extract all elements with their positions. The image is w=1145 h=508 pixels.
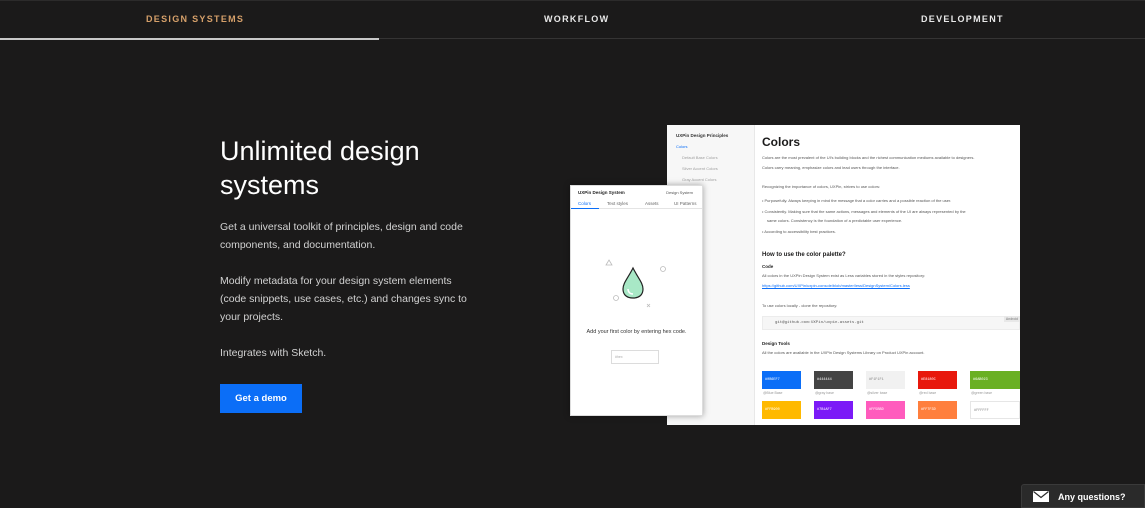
color-swatch-name: @red base [919,391,937,395]
color-swatch-pink: #FF5BBD [866,401,905,419]
tab-workflow[interactable]: WORKFLOW [544,14,609,24]
app-window-tabs: Colors Text styles Assets UI Patterns [571,199,702,209]
doc-sidebar-item: Silver Accent Colors [682,166,718,171]
doc-title: Colors [762,135,801,149]
color-swatch-white: #FFFFFF [970,401,1020,419]
hero-paragraph-toolkit: Get a universal toolkit of principles, d… [220,221,463,251]
doc-sidebar-item: Gray Accent Colors [682,177,717,182]
color-swatch-name: @green base [971,391,993,395]
doc-bullet: • Consistently. Making sure that the sam… [762,209,966,214]
doc-bullet-cont: same colors. Consistency is the foundati… [767,218,903,223]
tab-design-systems[interactable]: DESIGN SYSTEMS [146,14,244,24]
doc-design-tools-text: All the colors are available in the UXPi… [762,350,925,355]
tab-development[interactable]: DEVELOPMENT [921,14,1004,24]
droplet-icon [605,259,666,308]
color-swatch-name: @gray base [815,391,834,395]
doc-sidebar-item: Default Base Colors [682,155,718,160]
color-swatch-gray: #444444 [814,371,853,389]
doc-intro-line: Colors carry meaning, emphasize colors a… [762,165,900,170]
color-swatch-name: @silver base [867,391,888,395]
doc-sidebar-title: UXPin Design Principles [676,133,729,138]
doc-code-snippet: git@github.com:UXPin/uxpin-assets.git [775,321,864,325]
doc-bullet: • Purposefully. Always keeping in mind t… [762,198,952,203]
app-tab-text-styles: Text styles [607,201,629,206]
app-tab-ui-patterns: UI Patterns [674,201,697,206]
app-tab-colors: Colors [578,201,592,206]
app-tab-assets: Assets [645,201,659,206]
doc-clone-text: To use colors locally - clone the reposi… [762,303,838,308]
color-swatch-yellow: #FFB900 [762,401,801,419]
app-window-library-label: Design System [666,190,693,195]
hero-paragraph-sketch: Integrates with Sketch. [220,347,327,359]
hero-paragraph-metadata: Modify metadata for your design system e… [220,275,467,323]
doc-copy-label: Android [1003,316,1020,322]
any-questions-chat-button[interactable]: Any questions? [1021,484,1145,508]
hex-code-input: #hex [611,350,659,364]
doc-code-block: git@github.com:UXPin/uxpin-assets.git [762,316,1020,330]
get-a-demo-button[interactable]: Get a demo [220,384,302,413]
color-library-window: UXPin Design System Design System Colors… [570,185,703,416]
doc-code-text: All colors in the UXPin Design System ex… [762,273,926,278]
doc-design-tools-heading: Design Tools [762,341,790,346]
app-window-title: UXPin Design System [578,190,625,195]
app-tab-indicator [571,208,599,209]
doc-repo-link: https://github.com/UXPin/uxpin-console/b… [762,283,910,288]
color-swatch-green: #6AB023 [970,371,1020,389]
color-swatch-name: @Blue Base [763,391,783,395]
color-swatch-purple: #7B1AF7 [814,401,853,419]
section-tabs: DESIGN SYSTEMS WORKFLOW DEVELOPMENT [0,0,1145,40]
color-swatch-silver: #F1F1F1 [866,371,905,389]
design-principles-doc-preview: UXPin Design Principles Colors Default B… [667,125,1020,425]
color-swatch-blue: #0B6EF7 [762,371,801,389]
color-swatch-orange: #FF7F3D [918,401,957,419]
color-swatch-red: #E8180C [918,371,957,389]
doc-content: Colors Colors are the most prevalent of … [762,125,1020,425]
doc-intro-line: Colors are the most prevalent of the UI'… [762,155,975,160]
doc-bullet: • According to accessibility best practi… [762,229,836,234]
doc-palette-heading: How to use the color palette? [762,252,846,258]
doc-code-heading: Code [762,264,774,269]
doc-recognizing-text: Recognizing the importance of colors, UX… [762,184,881,189]
hero-title: Unlimited design systems [220,136,420,200]
mail-icon [1033,491,1049,502]
tab-active-indicator [0,38,379,40]
empty-state-message: Add your first color by entering hex cod… [586,329,687,335]
doc-sidebar-item: Colors [676,144,688,149]
chat-label: Any questions? [1058,492,1126,502]
